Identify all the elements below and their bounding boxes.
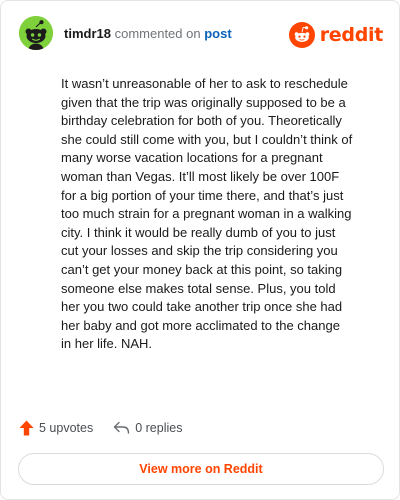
view-more-on-reddit-button[interactable]: View more on Reddit [18, 453, 384, 485]
comment-byline: timdr18 commented on post [64, 26, 232, 42]
reddit-wordmark: reddit [319, 24, 384, 46]
comment-card: timdr18 commented on post reddit It wasn… [0, 0, 400, 500]
reply-arrow-icon [114, 421, 130, 434]
username-link[interactable]: timdr18 [64, 26, 111, 41]
post-link[interactable]: post [204, 26, 231, 41]
upvote-count: 5 upvotes [39, 421, 94, 435]
comment-header: timdr18 commented on post reddit [19, 16, 383, 52]
reply-count: 0 replies [135, 421, 183, 435]
reply-stat[interactable]: 0 replies [113, 421, 182, 435]
reddit-brand[interactable]: reddit [288, 22, 384, 48]
user-avatar[interactable] [19, 16, 53, 50]
upvote-stat[interactable]: 5 upvotes [19, 420, 93, 436]
snoo-avatar-icon [19, 16, 53, 50]
comment-stats: 5 upvotes 0 replies [19, 419, 182, 437]
reddit-snoo-icon [288, 22, 315, 48]
upvote-arrow-icon [19, 420, 34, 436]
comment-body: It wasn’t unreasonable of her to ask to … [61, 76, 353, 352]
byline-action: commented on [114, 26, 201, 41]
